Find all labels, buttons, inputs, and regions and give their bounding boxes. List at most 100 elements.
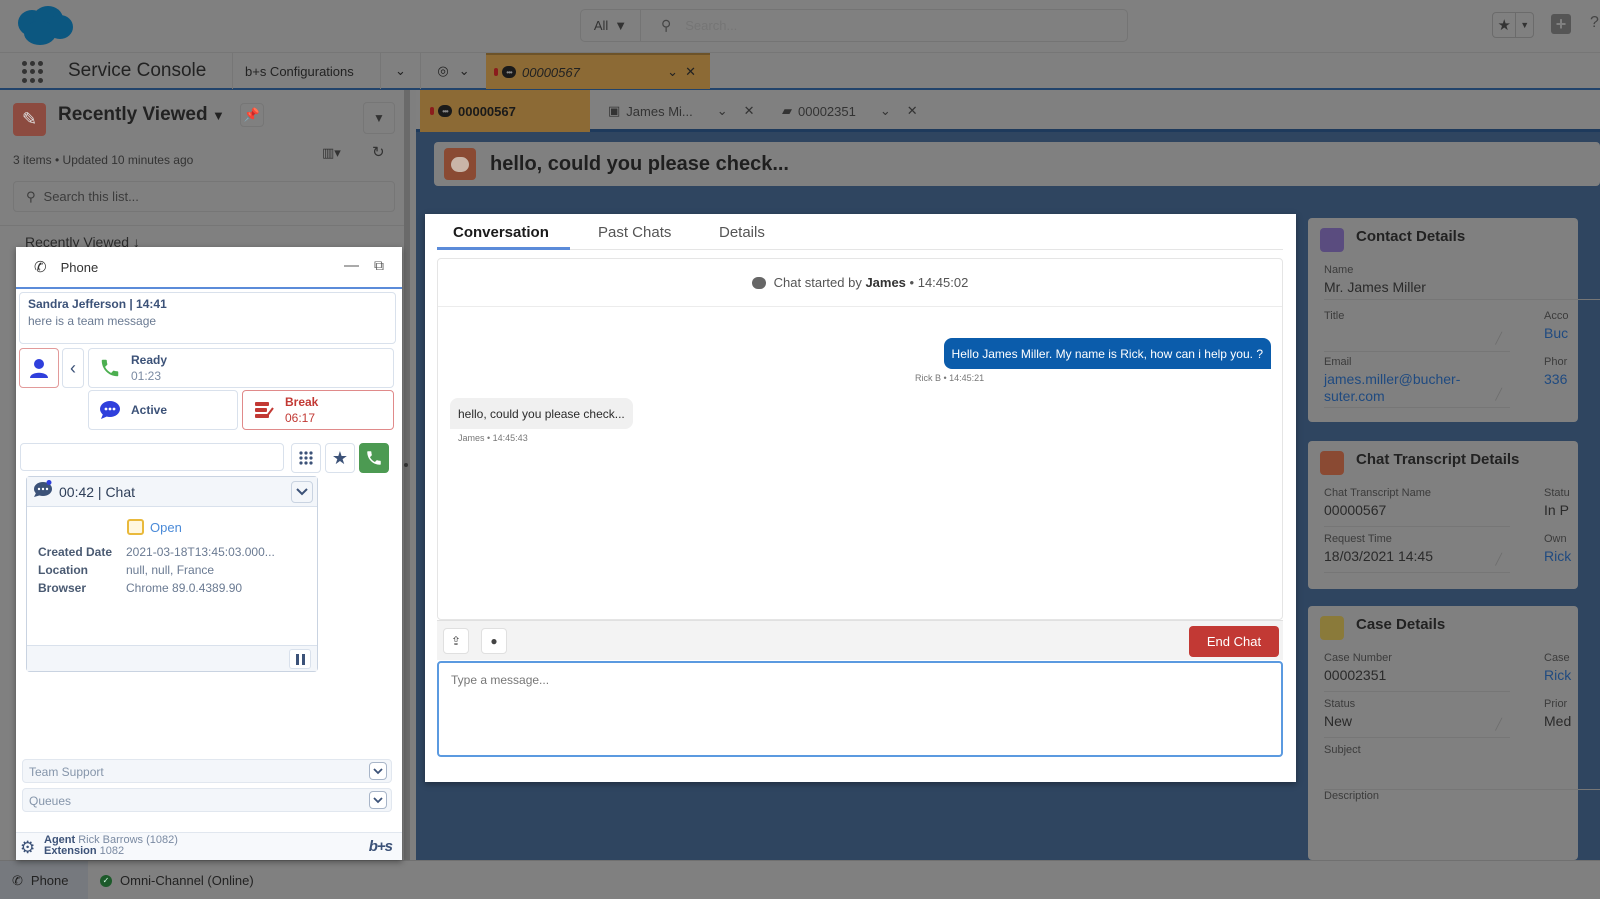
transfer-icon[interactable]: ⇪ bbox=[443, 628, 469, 654]
status-break-button[interactable]: Break 06:17 bbox=[242, 390, 394, 430]
team-message: Sandra Jefferson | 14:41 here is a team … bbox=[19, 292, 396, 344]
card-title: Contact Details bbox=[1356, 228, 1466, 245]
minimize-icon[interactable]: — bbox=[344, 257, 359, 274]
star-icon[interactable]: ★ bbox=[1493, 13, 1517, 37]
queues-section[interactable]: Queues bbox=[22, 788, 392, 812]
search-scope-label: All bbox=[593, 18, 609, 33]
chevron-down-icon[interactable]: ⌄ bbox=[880, 103, 891, 119]
utility-omni-channel[interactable]: ✓ Omni-Channel (Online) bbox=[100, 861, 254, 899]
tab-past-chats[interactable]: Past Chats bbox=[598, 224, 671, 241]
team-support-section[interactable]: Team Support bbox=[22, 759, 392, 783]
utility-phone[interactable]: ✆ Phone bbox=[0, 861, 88, 899]
favorites-star-icon[interactable]: ★ bbox=[325, 443, 355, 473]
dial-row: ★ bbox=[16, 439, 402, 479]
contact-card-icon: ▣ bbox=[608, 103, 621, 118]
team-support-label: Team Support bbox=[29, 765, 104, 779]
queues-label: Queues bbox=[29, 794, 72, 808]
status-break-time: 06:17 bbox=[285, 411, 316, 425]
chat-transcript-icon bbox=[1320, 451, 1344, 475]
outgoing-message: Hello James Miller. My name is Rick, how… bbox=[943, 338, 1271, 369]
team-message-sender: Sandra Jefferson | 14:41 bbox=[28, 297, 167, 311]
call-button[interactable] bbox=[359, 443, 389, 473]
edit-pencil-icon[interactable]: ╱ bbox=[1495, 388, 1502, 401]
message-input[interactable] bbox=[437, 661, 1283, 757]
status-active-button[interactable]: Active bbox=[88, 390, 238, 430]
chat-card-header: 00:42 | Chat bbox=[27, 477, 317, 507]
chevron-down-icon[interactable] bbox=[291, 481, 313, 503]
card-title: Case Details bbox=[1356, 616, 1446, 633]
gear-icon[interactable]: ⚙ bbox=[20, 838, 35, 858]
case-owner-link[interactable]: Rick bbox=[1544, 667, 1584, 683]
keypad-icon[interactable] bbox=[291, 443, 321, 473]
status-ready-button[interactable]: Ready 01:23 bbox=[88, 348, 394, 388]
search-scope-dropdown[interactable]: All ▼ bbox=[581, 10, 641, 41]
display-as-icon[interactable]: ▥▾ bbox=[322, 145, 341, 161]
pause-icon[interactable] bbox=[289, 649, 311, 669]
case-open-link[interactable]: Open bbox=[127, 519, 182, 535]
record-title: hello, could you please check... bbox=[490, 152, 789, 175]
quick-text-icon[interactable]: ● bbox=[481, 628, 507, 654]
utility-omni-label: Omni-Channel (Online) bbox=[120, 873, 254, 888]
close-icon[interactable]: ✕ bbox=[685, 64, 696, 80]
active-chat-card: 00:42 | Chat Open Created Date 2021-03-1… bbox=[26, 476, 318, 672]
tab-details[interactable]: Details bbox=[719, 224, 765, 241]
subtab-contact[interactable]: ▣ James Mi... ⌄ ✕ bbox=[608, 90, 768, 132]
incoming-message: hello, could you please check... bbox=[450, 398, 633, 429]
caret-down-icon: ▼ bbox=[614, 18, 628, 33]
global-search-input[interactable] bbox=[685, 18, 1086, 33]
email-link[interactable]: james.miller@bucher-suter.com bbox=[1324, 371, 1474, 405]
list-view-menu-button[interactable]: ▼ bbox=[363, 102, 395, 134]
edit-pencil-icon[interactable]: ╱ bbox=[1495, 553, 1502, 566]
agent-status-area: ‹ Ready 01:23 Active Break 06:17 bbox=[16, 348, 402, 436]
agent-button[interactable] bbox=[19, 348, 59, 388]
field-value: Chrome 89.0.4389.90 bbox=[126, 581, 243, 595]
edit-pencil-icon[interactable]: ╱ bbox=[1495, 718, 1502, 731]
edit-pencil-icon[interactable]: ╱ bbox=[1495, 332, 1502, 345]
back-chevron-icon[interactable]: ‹ bbox=[62, 348, 84, 388]
tab-conversation[interactable]: Conversation bbox=[453, 224, 549, 241]
chevron-down-icon[interactable]: ⌄ bbox=[667, 64, 678, 80]
account-link[interactable]: Buc bbox=[1544, 325, 1584, 341]
subtab-case[interactable]: ▰ 00002351 ⌄ ✕ bbox=[782, 90, 942, 132]
caret-down-icon[interactable]: ▼ bbox=[212, 108, 225, 123]
nav-omni-dropdown[interactable]: ◎ ⌄ bbox=[420, 53, 486, 89]
case-briefcase-icon bbox=[1320, 616, 1344, 640]
chevron-down-icon[interactable]: ⌄ bbox=[717, 103, 728, 119]
salesforce-cloud-logo[interactable] bbox=[14, 5, 74, 47]
field-case-number: Case Number 00002351 bbox=[1324, 652, 1510, 692]
chat-bubble-icon bbox=[99, 400, 121, 420]
workspace-tab-00000567[interactable]: ••• 00000567 ⌄ ✕ bbox=[486, 53, 710, 89]
nav-menu-chevron-icon[interactable]: ⌄ bbox=[380, 53, 420, 89]
panel-splitter-handle[interactable] bbox=[404, 463, 408, 467]
popout-icon[interactable]: ⧉ bbox=[374, 257, 384, 274]
pin-icon[interactable]: 📌 bbox=[240, 103, 264, 127]
chat-started-event: Chat started by James • 14:45:02 bbox=[438, 259, 1282, 307]
list-view-title[interactable]: Recently Viewed bbox=[58, 104, 208, 126]
subtab-chat-transcript[interactable]: ••• 00000567 bbox=[420, 90, 590, 132]
active-tab-indicator bbox=[437, 247, 570, 250]
global-add-button[interactable]: + bbox=[1551, 14, 1571, 34]
refresh-icon[interactable]: ↻ bbox=[372, 143, 385, 161]
close-icon[interactable]: ✕ bbox=[907, 103, 918, 119]
case-icon bbox=[127, 519, 144, 535]
help-icon[interactable]: ? bbox=[1590, 14, 1600, 34]
field-case-status: Status New ╱ bbox=[1324, 698, 1510, 738]
caret-down-icon[interactable]: ▼ bbox=[1516, 13, 1533, 37]
status-ready-label: Ready bbox=[131, 353, 168, 367]
app-launcher-icon[interactable] bbox=[22, 61, 44, 83]
owner-link[interactable]: Rick bbox=[1544, 548, 1584, 564]
field-phone: Phor 336 bbox=[1544, 356, 1584, 387]
chat-bubble-icon bbox=[33, 480, 53, 503]
phone-widget-header: ✆ Phone — ⧉ bbox=[16, 247, 402, 289]
nav-item-configurations[interactable]: b+s Configurations bbox=[232, 53, 380, 89]
list-search[interactable]: ⚲ Search this list... bbox=[13, 181, 395, 212]
chat-icon bbox=[751, 276, 766, 289]
chevron-down-icon[interactable] bbox=[369, 791, 387, 809]
chevron-down-icon[interactable] bbox=[369, 762, 387, 780]
field-key: Browser bbox=[38, 581, 87, 595]
close-icon[interactable]: ✕ bbox=[744, 103, 755, 119]
phone-link[interactable]: 336 bbox=[1544, 371, 1584, 387]
end-chat-button[interactable]: End Chat bbox=[1189, 626, 1279, 657]
favorites-button[interactable]: ★ ▼ bbox=[1492, 12, 1534, 38]
dial-number-input[interactable] bbox=[20, 443, 284, 471]
